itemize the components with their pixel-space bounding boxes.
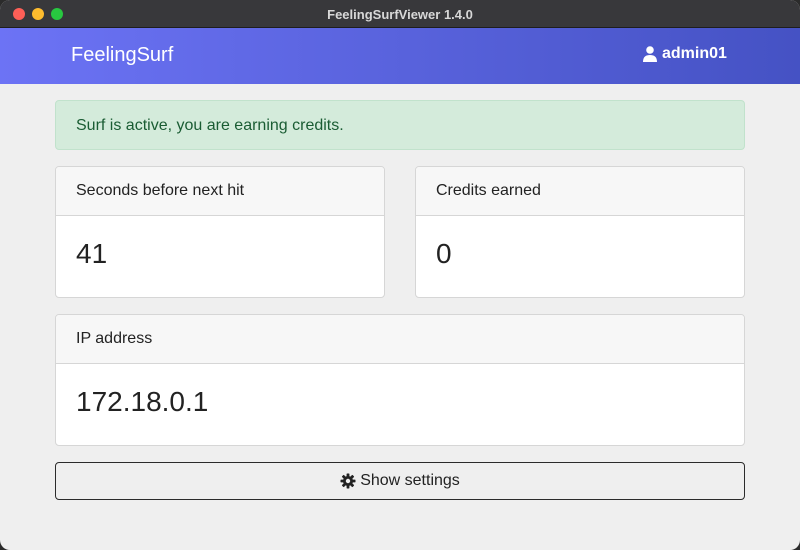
- ip-card-header: IP address: [56, 315, 744, 364]
- seconds-card-header: Seconds before next hit: [56, 167, 384, 216]
- username: admin01: [662, 45, 727, 62]
- ip-value: 172.18.0.1: [76, 386, 209, 417]
- credits-card-header: Credits earned: [416, 167, 744, 216]
- user-icon: [643, 46, 657, 62]
- window-title: FeelingSurfViewer 1.4.0: [327, 7, 473, 22]
- user-menu[interactable]: admin01: [643, 45, 727, 63]
- show-settings-button[interactable]: Show settings: [55, 462, 745, 500]
- ip-card: IP address 172.18.0.1: [55, 314, 745, 446]
- title-bar: FeelingSurfViewer 1.4.0: [0, 0, 800, 28]
- gear-icon: [340, 473, 356, 489]
- show-settings-label: Show settings: [360, 472, 460, 489]
- status-alert: Surf is active, you are earning credits.: [55, 100, 745, 150]
- app-window: FeelingSurfViewer 1.4.0 FeelingSurf admi…: [0, 0, 800, 550]
- brand-logo[interactable]: FeelingSurf: [71, 44, 173, 67]
- seconds-value: 41: [76, 238, 108, 269]
- credits-value: 0: [436, 238, 452, 269]
- navbar: FeelingSurf admin01: [0, 28, 800, 84]
- credits-card: Credits earned 0: [415, 166, 745, 298]
- seconds-card: Seconds before next hit 41: [55, 166, 385, 298]
